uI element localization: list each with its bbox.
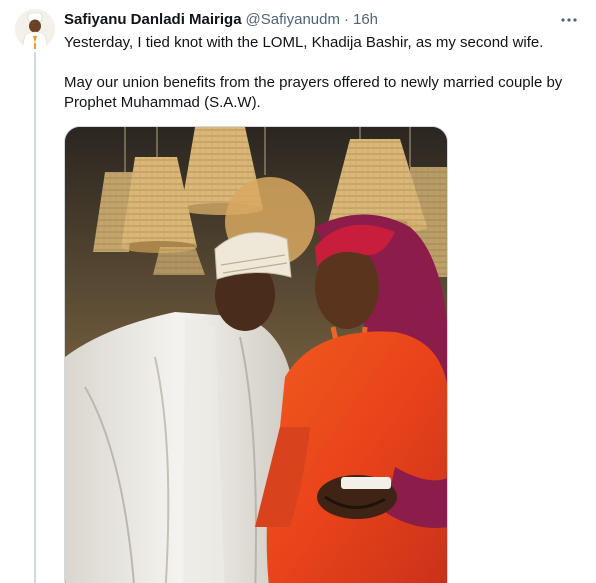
tweet-header: Safiyanu Danladi Mairiga @Safiyanudm · 1… [64, 10, 580, 30]
header-separator: · [344, 11, 349, 28]
tweet[interactable]: Safiyanu Danladi Mairiga @Safiyanudm · 1… [0, 0, 596, 583]
tweet-timestamp[interactable]: 16h [353, 10, 378, 30]
wedding-photo-illustration [65, 127, 447, 583]
more-options-button[interactable] [558, 9, 580, 31]
author-avatar[interactable] [15, 9, 55, 49]
tweet-text: Yesterday, I tied knot with the LOML, Kh… [64, 33, 584, 113]
tweet-paragraph-2: May our union benefits from the prayers … [64, 74, 563, 111]
tweet-photo[interactable] [64, 126, 448, 583]
avatar-image [15, 9, 55, 49]
author-handle[interactable]: @Safiyanudm [246, 10, 340, 30]
more-options-icon [561, 18, 577, 22]
tweet-paragraph-1: Yesterday, I tied knot with the LOML, Kh… [64, 34, 544, 51]
thread-line [34, 52, 36, 583]
author-display-name[interactable]: Safiyanu Danladi Mairiga [64, 10, 242, 30]
